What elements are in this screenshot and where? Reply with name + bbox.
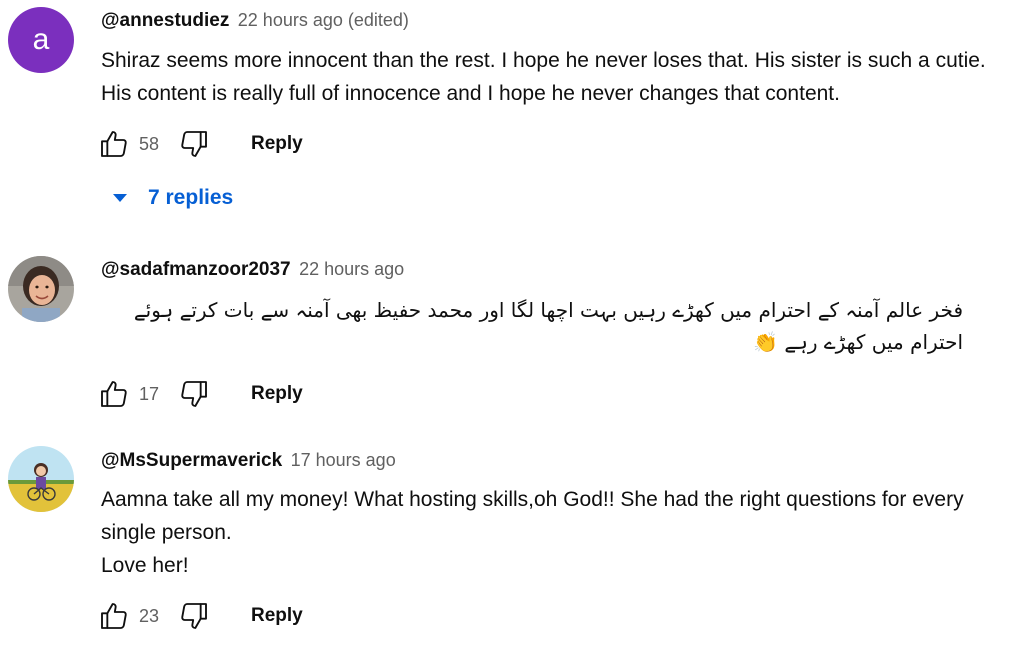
view-replies-button[interactable]: 7 replies bbox=[108, 186, 233, 210]
caret-down-icon bbox=[113, 194, 127, 202]
dislike-icon bbox=[181, 603, 207, 629]
reply-button[interactable]: Reply bbox=[251, 605, 303, 627]
dislike-button[interactable] bbox=[177, 377, 211, 411]
avatar[interactable] bbox=[8, 446, 74, 512]
dislike-icon bbox=[181, 131, 207, 157]
comment-text-line: Love her! bbox=[101, 554, 189, 577]
like-count: 17 bbox=[139, 383, 160, 404]
dislike-icon bbox=[181, 381, 207, 407]
action-bar: 17 Reply bbox=[97, 376, 303, 412]
timestamp[interactable]: 17 hours ago bbox=[291, 450, 396, 470]
comment-header: @annestudiez 22 hours ago (edited) bbox=[101, 10, 409, 32]
like-count: 23 bbox=[139, 605, 160, 626]
action-bar: 23 Reply bbox=[97, 598, 303, 634]
like-icon bbox=[101, 603, 127, 629]
author-name[interactable]: @MsSupermaverick bbox=[101, 450, 282, 471]
comment-header: @sadafmanzoor2037 22 hours ago bbox=[101, 259, 404, 281]
action-bar: 58 Reply bbox=[97, 126, 303, 162]
like-count: 58 bbox=[139, 133, 160, 154]
timestamp[interactable]: 22 hours ago (edited) bbox=[238, 10, 409, 30]
like-button[interactable] bbox=[97, 599, 131, 633]
reply-button[interactable]: Reply bbox=[251, 383, 303, 405]
avatar-photo bbox=[8, 446, 74, 512]
comment-header: @MsSupermaverick 17 hours ago bbox=[101, 450, 396, 472]
avatar[interactable] bbox=[8, 256, 74, 322]
replies-count-label: 7 replies bbox=[148, 186, 234, 209]
comment-text: Shiraz seems more innocent than the rest… bbox=[101, 49, 986, 105]
dislike-button[interactable] bbox=[177, 599, 211, 633]
like-button[interactable] bbox=[97, 377, 131, 411]
like-button[interactable] bbox=[97, 127, 131, 161]
author-name[interactable]: @annestudiez bbox=[101, 10, 229, 31]
comment-text: Aamna take all my money! What hosting sk… bbox=[101, 483, 1006, 582]
avatar-letter: a bbox=[32, 23, 50, 56]
like-icon bbox=[101, 131, 127, 157]
comment-text-line: Aamna take all my money! What hosting sk… bbox=[101, 488, 964, 544]
reply-button[interactable]: Reply bbox=[251, 133, 303, 155]
timestamp[interactable]: 22 hours ago bbox=[299, 259, 404, 279]
author-name[interactable]: @sadafmanzoor2037 bbox=[101, 259, 291, 280]
avatar[interactable]: a bbox=[8, 7, 74, 73]
dislike-button[interactable] bbox=[177, 127, 211, 161]
comment-text: فخر عالم آمنہ کے احترام میں کھڑے رہیں بہ… bbox=[133, 298, 963, 354]
like-icon bbox=[101, 381, 127, 407]
avatar-photo bbox=[8, 256, 74, 322]
